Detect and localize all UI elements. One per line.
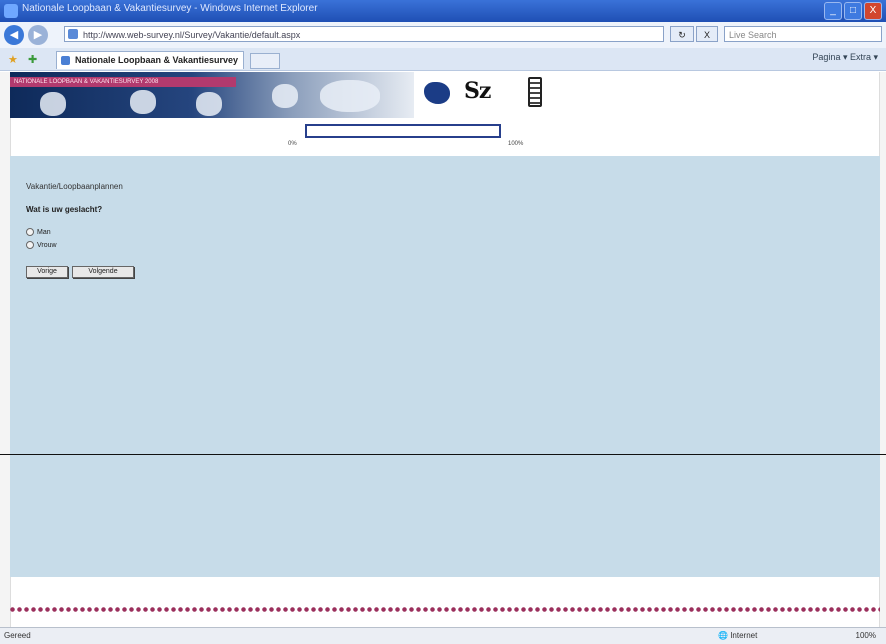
- window-title: Nationale Loopbaan & Vakantiesurvey - Wi…: [22, 3, 318, 14]
- question-text: Wat is uw geslacht?: [26, 205, 103, 214]
- tab-survey[interactable]: Nationale Loopbaan & Vakantiesurvey: [56, 51, 244, 69]
- option-vrouw[interactable]: Vrouw: [26, 241, 57, 249]
- phone-logo-icon: [528, 77, 542, 107]
- banner-figure: [320, 80, 380, 112]
- add-favorites-icon[interactable]: ✚: [28, 53, 37, 66]
- option-label: Vrouw: [37, 241, 57, 249]
- survey-banner: NATIONALE LOOPBAAN & VAKANTIESURVEY 2008: [10, 72, 414, 118]
- page-icon: [68, 29, 78, 39]
- survey-progress-bar: [305, 124, 501, 138]
- banner-figure: [196, 92, 222, 116]
- address-bar[interactable]: http://www.web-survey.nl/Survey/Vakantie…: [64, 26, 664, 42]
- back-button[interactable]: ◀: [4, 25, 24, 45]
- stop-button[interactable]: X: [696, 26, 718, 42]
- progress-max-label: 100%: [508, 141, 524, 147]
- question-heading: Vakantie/Loopbaanplannen: [26, 182, 123, 191]
- radio-button[interactable]: [26, 228, 34, 236]
- next-button[interactable]: Volgende: [72, 266, 134, 278]
- favorites-star-icon[interactable]: ★: [8, 53, 18, 66]
- security-zone: 🌐 Internet: [718, 631, 758, 640]
- search-input[interactable]: Live Search: [724, 26, 882, 42]
- command-bar[interactable]: Pagina ▾ Extra ▾: [812, 52, 878, 63]
- maximize-button[interactable]: □: [844, 2, 862, 20]
- option-label: Man: [37, 228, 51, 236]
- banner-strip: NATIONALE LOOPBAAN & VAKANTIESURVEY 2008: [10, 77, 236, 87]
- survey-content-area-lower: [10, 455, 880, 577]
- tab-favicon: [61, 56, 70, 65]
- new-tab-button[interactable]: [250, 53, 280, 69]
- zone-label: Internet: [730, 631, 758, 640]
- status-text: Gereed: [4, 631, 31, 640]
- radio-button[interactable]: [26, 241, 34, 249]
- close-button[interactable]: X: [864, 2, 882, 20]
- ie-icon: [4, 4, 18, 18]
- window-title-bar: Nationale Loopbaan & Vakantiesurvey - Wi…: [0, 0, 886, 22]
- option-man[interactable]: Man: [26, 228, 51, 236]
- address-url: http://www.web-survey.nl/Survey/Vakantie…: [83, 30, 301, 40]
- minimize-button[interactable]: _: [824, 2, 842, 20]
- survey-content-area: [10, 156, 880, 454]
- zoom-level[interactable]: 100%: [856, 631, 876, 640]
- previous-button[interactable]: Vorige: [26, 266, 68, 278]
- decorative-dot-border: [10, 606, 880, 614]
- status-bar: Gereed 🌐 Internet 100%: [0, 627, 886, 644]
- forward-button[interactable]: ▶: [28, 25, 48, 45]
- window-controls: _ □ X: [824, 2, 882, 20]
- partner-logo-icon: [424, 82, 450, 104]
- sz-logo-icon: Sz: [464, 78, 491, 104]
- right-scroll-edge[interactable]: [879, 72, 886, 627]
- banner-figure: [40, 92, 66, 116]
- tab-label: Nationale Loopbaan & Vakantiesurvey: [75, 55, 239, 65]
- banner-figure: [272, 84, 298, 108]
- banner-figure: [130, 90, 156, 114]
- progress-min-label: 0%: [288, 141, 297, 147]
- tab-bar: ★ ✚ Nationale Loopbaan & Vakantiesurvey …: [0, 48, 886, 71]
- refresh-button[interactable]: ↻: [670, 26, 694, 42]
- navigation-bar: ◀ ▶ http://www.web-survey.nl/Survey/Vaka…: [0, 22, 886, 49]
